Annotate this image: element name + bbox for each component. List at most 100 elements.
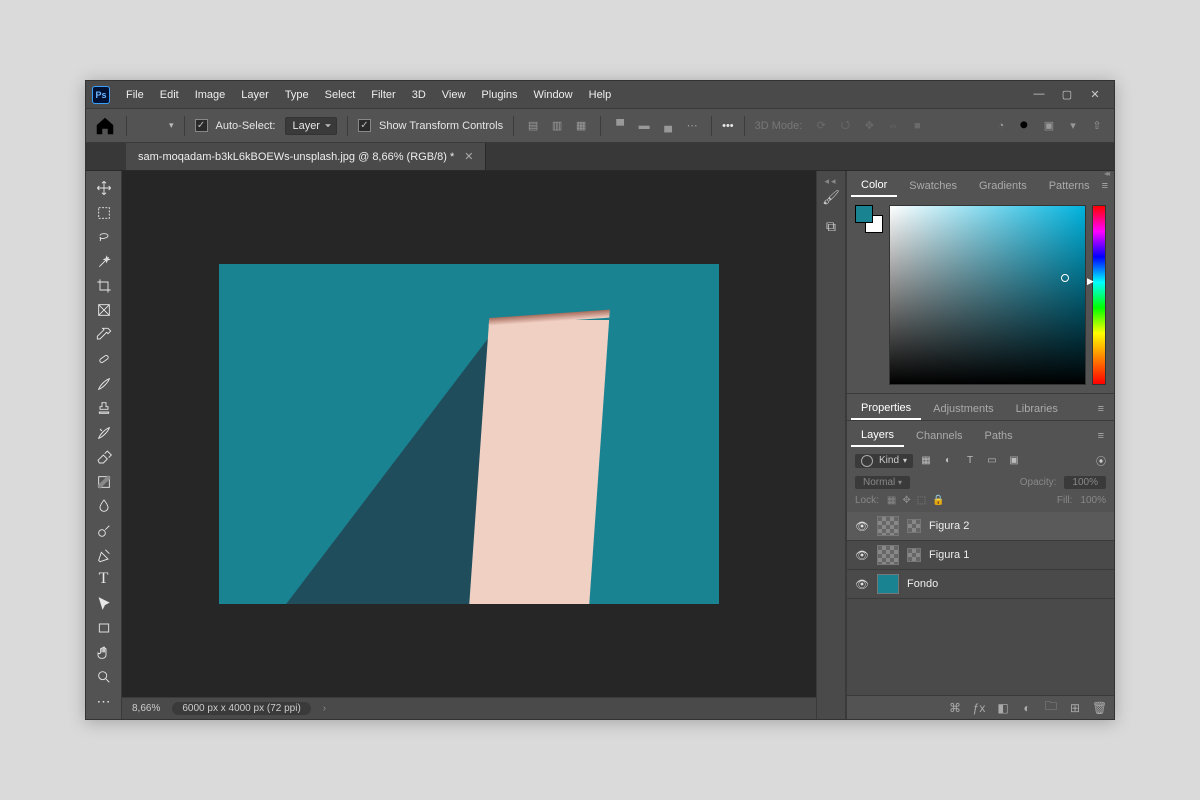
pen-tool[interactable] (90, 544, 118, 566)
history-brush-tool[interactable] (90, 422, 118, 444)
adjustment-layer-icon[interactable]: ◐ (1020, 701, 1034, 715)
filter-smart-icon[interactable]: ▣ (1007, 455, 1021, 466)
menu-edit[interactable]: Edit (154, 89, 185, 101)
frame-tool[interactable] (90, 299, 118, 321)
align-bottom-icon[interactable]: ▄ (659, 117, 677, 135)
align-top-icon[interactable]: ▀ (611, 117, 629, 135)
close-icon[interactable]: ✕ (1088, 88, 1102, 101)
eraser-tool[interactable] (90, 446, 118, 468)
align-left-icon[interactable]: ▤ (524, 117, 542, 135)
visibility-icon[interactable]: 👁 (855, 520, 869, 533)
close-tab-icon[interactable]: ✕ (464, 150, 473, 163)
tab-adjustments[interactable]: Adjustments (923, 399, 1004, 419)
status-dimensions[interactable]: 6000 px x 4000 px (72 ppi) (172, 702, 310, 715)
brush-tool[interactable] (90, 373, 118, 395)
edit-toolbar-icon[interactable]: ⋯ (90, 691, 118, 713)
tab-patterns[interactable]: Patterns (1039, 176, 1100, 196)
tab-gradients[interactable]: Gradients (969, 176, 1037, 196)
layer-filter-kind[interactable]: Kind ▾ (855, 454, 913, 468)
visibility-icon[interactable]: 👁 (855, 549, 869, 562)
move-tool-icon[interactable] (137, 115, 159, 137)
opacity-input[interactable]: 100% (1064, 476, 1106, 489)
home-icon[interactable] (94, 115, 116, 137)
lock-position-icon[interactable]: ✥ (902, 495, 910, 506)
lock-all-icon[interactable]: 🔒 (932, 495, 944, 506)
link-layers-icon[interactable]: ⌘ (948, 701, 962, 715)
color-swatch-pair[interactable] (855, 205, 883, 233)
zoom-tool[interactable] (90, 666, 118, 688)
distribute-icon[interactable]: ⋯ (683, 117, 701, 135)
tab-properties[interactable]: Properties (851, 398, 921, 420)
menu-3d[interactable]: 3D (406, 89, 432, 101)
lock-artboard-icon[interactable]: ⬚ (917, 495, 926, 506)
marquee-tool[interactable] (90, 201, 118, 223)
filter-pixel-icon[interactable]: ▦ (919, 455, 933, 466)
slide-3d-icon[interactable]: ⇔ (884, 117, 902, 135)
auto-select-checkbox[interactable]: ✓ (195, 119, 208, 132)
brushes-panel-icon[interactable]: ⧉ (826, 218, 836, 235)
tab-color[interactable]: Color (851, 175, 897, 197)
tab-swatches[interactable]: Swatches (899, 176, 967, 196)
tool-preset-dropdown-icon[interactable]: ▾ (169, 120, 174, 131)
align-center-h-icon[interactable]: ▥ (548, 117, 566, 135)
orbit-3d-icon[interactable]: ⟳ (812, 117, 830, 135)
auto-select-target[interactable]: Layer (285, 117, 337, 135)
status-zoom[interactable]: 8,66% (132, 703, 160, 714)
layer-fx-icon[interactable]: ƒx (972, 701, 986, 715)
gradient-tool[interactable] (90, 470, 118, 492)
tab-paths[interactable]: Paths (975, 426, 1023, 446)
canvas-stage[interactable] (122, 171, 816, 697)
hue-slider[interactable]: ▶ (1092, 205, 1106, 385)
blur-tool[interactable] (90, 495, 118, 517)
menu-image[interactable]: Image (189, 89, 232, 101)
status-chevron-icon[interactable]: › (323, 703, 326, 714)
lock-pixels-icon[interactable]: ▦ (887, 495, 896, 506)
more-options-icon[interactable]: ••• (722, 120, 734, 132)
maximize-icon[interactable]: ▢ (1060, 88, 1074, 101)
panel-menu-icon[interactable]: ≡ (1102, 180, 1114, 192)
hand-tool[interactable] (90, 642, 118, 664)
layer-name[interactable]: Fondo (907, 578, 938, 590)
foreground-swatch[interactable] (855, 205, 873, 223)
delete-layer-icon[interactable]: 🗑 (1092, 701, 1106, 715)
group-icon[interactable]: 🗀 (1044, 697, 1058, 718)
search-icon[interactable] (1016, 117, 1034, 135)
lasso-tool[interactable] (90, 226, 118, 248)
filter-toggle-icon[interactable]: ⦿ (1096, 453, 1106, 468)
align-right-icon[interactable]: ▦ (572, 117, 590, 135)
document-tab[interactable]: sam-moqadam-b3kL6kBOEWs-unsplash.jpg @ 8… (126, 143, 486, 170)
menu-type[interactable]: Type (279, 89, 315, 101)
layer-row[interactable]: 👁 Figura 2 (847, 512, 1114, 541)
workspace-switcher-icon[interactable]: ▾ (1064, 117, 1082, 135)
tab-layers[interactable]: Layers (851, 425, 904, 447)
show-transform-checkbox[interactable]: ✓ (358, 119, 371, 132)
tab-libraries[interactable]: Libraries (1006, 399, 1068, 419)
move-tool[interactable] (90, 177, 118, 199)
filter-adjust-icon[interactable]: ◐ (941, 455, 955, 466)
healing-tool[interactable] (90, 348, 118, 370)
wand-tool[interactable] (90, 250, 118, 272)
share-icon[interactable]: ⇧ (1088, 117, 1106, 135)
layer-row[interactable]: 👁 Fondo (847, 570, 1114, 599)
filter-shape-icon[interactable]: ▭ (985, 455, 999, 466)
layer-mask-icon[interactable]: ◧ (996, 701, 1010, 715)
menu-select[interactable]: Select (319, 89, 362, 101)
panel-menu-icon[interactable]: ≡ (1098, 430, 1110, 442)
history-panel-icon[interactable]: 🖌 (822, 189, 840, 206)
crop-tool[interactable] (90, 275, 118, 297)
roll-3d-icon[interactable]: ⭯ (836, 117, 854, 135)
menu-layer[interactable]: Layer (235, 89, 275, 101)
blend-mode-select[interactable]: Normal ▾ (855, 476, 910, 489)
path-select-tool[interactable] (90, 593, 118, 615)
panel-menu-icon[interactable]: ≡ (1098, 403, 1110, 415)
visibility-icon[interactable]: 👁 (855, 578, 869, 591)
dock-expand-icon[interactable]: ◂◂ (824, 176, 837, 187)
menu-file[interactable]: File (120, 89, 150, 101)
fill-input[interactable]: 100% (1080, 495, 1106, 506)
menu-plugins[interactable]: Plugins (475, 89, 523, 101)
menu-window[interactable]: Window (528, 89, 579, 101)
zoom-3d-icon[interactable]: ■ (908, 117, 926, 135)
cloud-docs-icon[interactable]: ◔ (992, 117, 1010, 135)
rectangle-tool[interactable] (90, 617, 118, 639)
layer-name[interactable]: Figura 2 (929, 520, 969, 532)
